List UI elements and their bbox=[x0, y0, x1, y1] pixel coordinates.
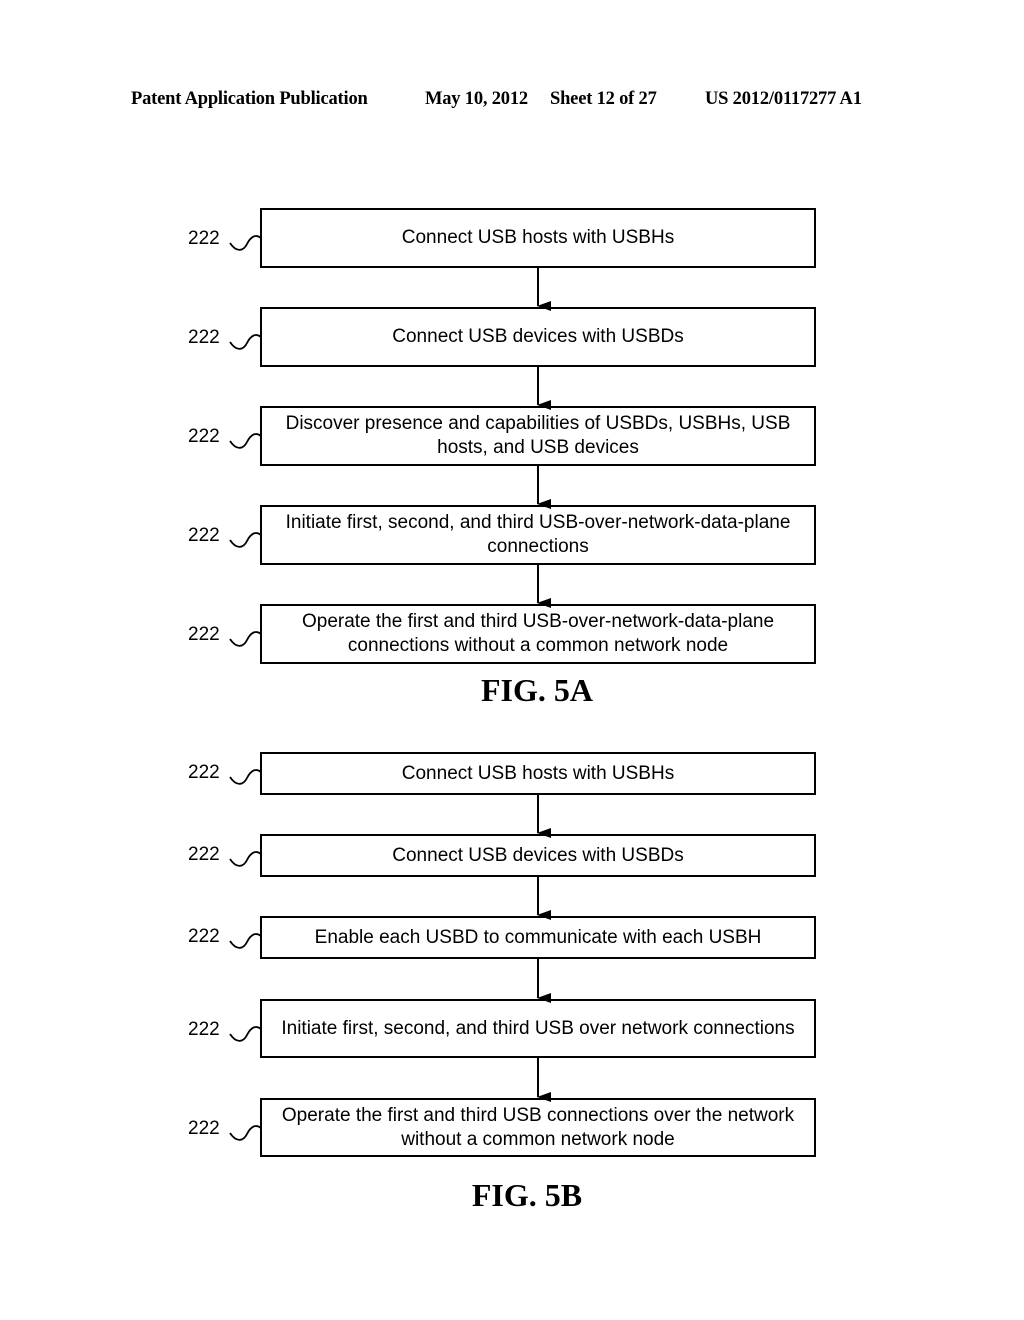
leader-line-icon bbox=[229, 235, 262, 251]
reference-numeral: 222 bbox=[188, 762, 220, 783]
reference-numeral: 222 bbox=[188, 624, 220, 645]
patent-number: US 2012/0117277 A1 bbox=[705, 89, 862, 109]
flow-step-5a-1: Connect USB hosts with USBHs bbox=[260, 208, 816, 268]
reference-numeral: 222 bbox=[188, 1118, 220, 1139]
leader-line-icon bbox=[229, 334, 262, 350]
flow-step-5b-5: Operate the first and third USB connecti… bbox=[260, 1098, 816, 1157]
flow-step-5b-3: Enable each USBD to communicate with eac… bbox=[260, 916, 816, 959]
sheet-number: Sheet 12 of 27 bbox=[550, 89, 657, 109]
leader-line-icon bbox=[229, 1125, 262, 1141]
reference-numeral: 222 bbox=[188, 228, 220, 249]
leader-line-icon bbox=[229, 631, 262, 647]
leader-line-icon bbox=[229, 532, 262, 548]
publication-date: May 10, 2012 bbox=[425, 89, 528, 109]
reference-numeral: 222 bbox=[188, 426, 220, 447]
flow-step-5a-5: Operate the first and third USB-over-net… bbox=[260, 604, 816, 664]
leader-line-icon bbox=[229, 851, 262, 867]
reference-numeral: 222 bbox=[188, 1019, 220, 1040]
reference-numeral: 222 bbox=[188, 525, 220, 546]
reference-numeral: 222 bbox=[188, 327, 220, 348]
flow-step-5b-4: Initiate first, second, and third USB ov… bbox=[260, 999, 816, 1058]
flow-step-5b-1: Connect USB hosts with USBHs bbox=[260, 752, 816, 795]
leader-line-icon bbox=[229, 769, 262, 785]
figure-title-5b: FIG. 5B bbox=[471, 1177, 583, 1213]
publication-label: Patent Application Publication bbox=[131, 89, 368, 109]
figure-title-5a: FIG. 5A bbox=[481, 672, 593, 708]
flow-step-5a-2: Connect USB devices with USBDs bbox=[260, 307, 816, 367]
leader-line-icon bbox=[229, 433, 262, 449]
flow-step-5b-2: Connect USB devices with USBDs bbox=[260, 834, 816, 877]
flow-step-5a-3: Discover presence and capabilities of US… bbox=[260, 406, 816, 466]
reference-numeral: 222 bbox=[188, 926, 220, 947]
reference-numeral: 222 bbox=[188, 844, 220, 865]
flow-step-5a-4: Initiate first, second, and third USB-ov… bbox=[260, 505, 816, 565]
leader-line-icon bbox=[229, 1026, 262, 1042]
leader-line-icon bbox=[229, 933, 262, 949]
